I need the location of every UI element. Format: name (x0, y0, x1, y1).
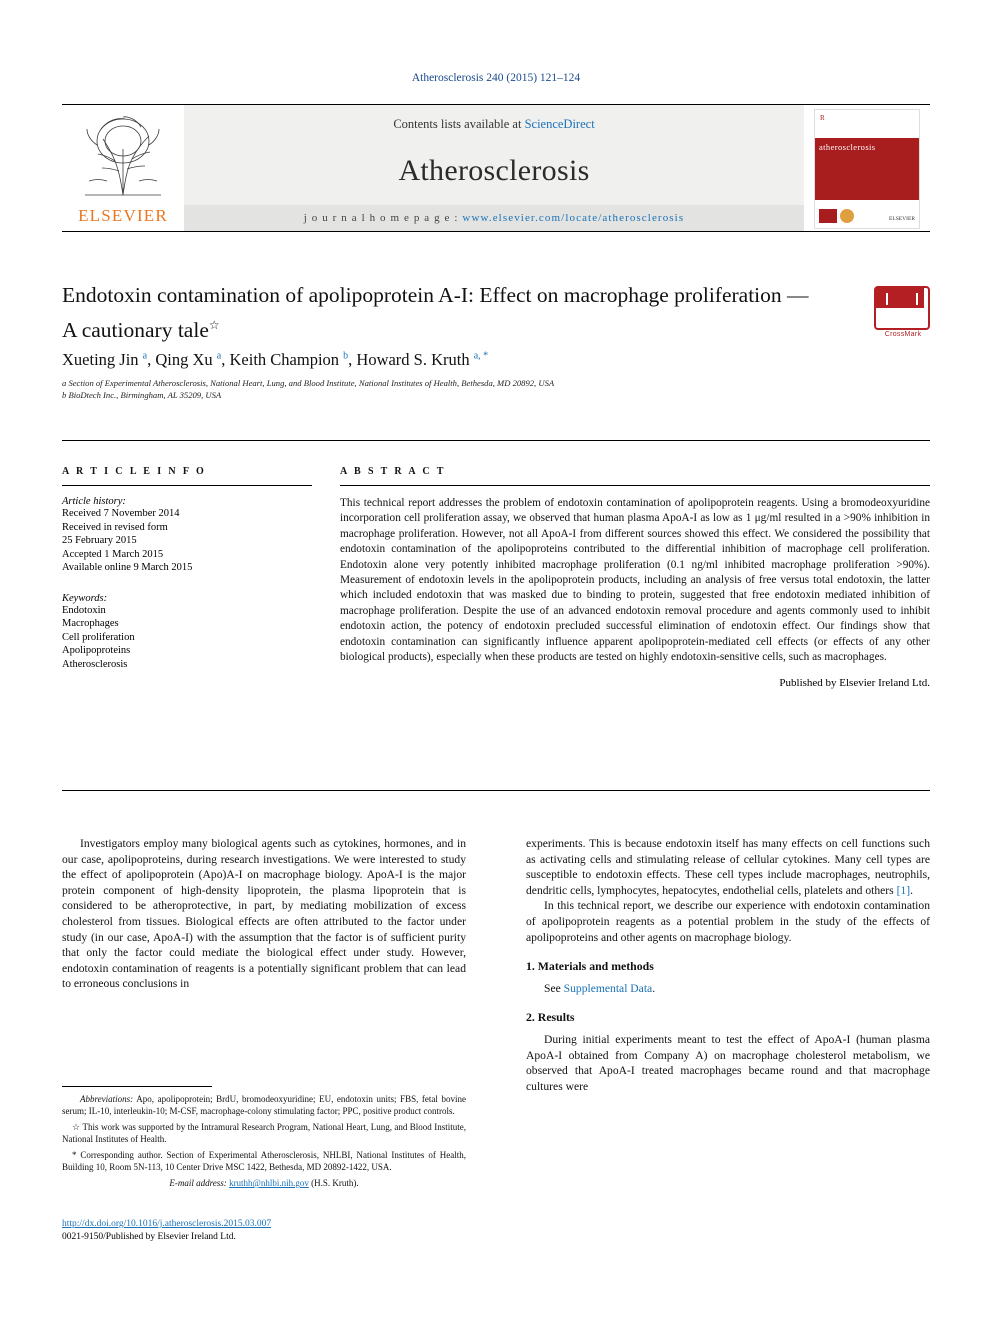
article-info-heading: A R T I C L E I N F O (62, 466, 207, 477)
crossmark-badge[interactable]: CrossMark (874, 286, 932, 344)
cover-mark-icon (819, 209, 837, 223)
journal-reference: Atherosclerosis 240 (2015) 121–124 (411, 72, 581, 84)
divider-footnotes (62, 1086, 212, 1087)
divider-info (62, 485, 312, 486)
keyword-item: Cell proliferation (62, 631, 135, 643)
cover-badge: R (820, 114, 825, 122)
email-suffix: (H.S. Kruth). (311, 1178, 359, 1188)
keyword-item: Apolipoproteins (62, 645, 131, 656)
article-history-title: Article history: (62, 496, 126, 507)
history-item: Received in revised form (62, 521, 168, 533)
author-list: Xueting Jin a, Qing Xu a, Keith Champion… (62, 350, 489, 369)
abstract-block: A B S T R A C T This technical report ad… (340, 466, 930, 689)
body-paragraph: Investigators employ many biological age… (62, 837, 466, 991)
history-item: Accepted 1 March 2015 (62, 548, 164, 560)
history-item: Received 7 November 2014 (62, 508, 180, 519)
contents-line: Contents lists available at ScienceDirec… (184, 117, 804, 132)
crossmark-icon (874, 286, 930, 330)
footnote-funding: ☆ This work was supported by the Intramu… (62, 1122, 466, 1144)
abbreviations-label: Abbreviations: (80, 1094, 134, 1104)
abstract-text: This technical report addresses the prob… (340, 497, 930, 664)
doi-link[interactable]: http://dx.doi.org/10.1016/j.atherosclero… (62, 1219, 271, 1229)
body-paragraph: See Supplemental Data. (544, 981, 656, 995)
elsevier-wordmark: ELSEVIER (78, 206, 168, 225)
affiliation-a: a Section of Experimental Atherosclerosi… (62, 378, 555, 388)
title-footnote-mark: ☆ (208, 318, 220, 332)
affiliation-b: b BioDtech Inc., Birmingham, AL 35209, U… (62, 389, 222, 400)
body-paragraph-text: experiments. This is because endotoxin i… (526, 837, 930, 897)
page-title: Endotoxin contamination of apolipoprotei… (62, 280, 822, 345)
section-heading-materials-methods: 1. Materials and methods (526, 959, 654, 974)
body-column-right: experiments. This is because endotoxin i… (526, 836, 930, 1094)
body-paragraph: During initial experiments meant to test… (526, 1032, 930, 1093)
homepage-label: j o u r n a l h o m e p a g e : (303, 212, 459, 224)
cover-circle-icon (840, 209, 854, 223)
contents-prefix: Contents lists available at (393, 117, 522, 131)
homepage-link[interactable]: www.elsevier.com/locate/atherosclerosis (462, 212, 684, 224)
doi-block: http://dx.doi.org/10.1016/j.atherosclero… (62, 1218, 482, 1244)
journal-cover-thumbnail: R atherosclerosis ELSEVIER (804, 105, 930, 231)
keywords-title: Keywords: (62, 592, 108, 604)
cover-title: atherosclerosis (819, 142, 876, 152)
paper-page: Atherosclerosis 240 (2015) 121–124 ELSEV… (0, 0, 992, 1323)
crossmark-label: CrossMark (884, 331, 922, 338)
elsevier-logo: ELSEVIER (62, 105, 184, 231)
history-item: Available online 9 March 2015 (62, 562, 193, 573)
article-title: Endotoxin contamination of apolipoprotei… (62, 283, 809, 343)
supplemental-prefix: See (544, 981, 561, 995)
email-label: E-mail address: (169, 1178, 227, 1188)
keyword-item: Macrophages (62, 618, 119, 629)
divider-abstract (340, 485, 930, 486)
history-item: 25 February 2015 (62, 535, 137, 546)
keyword-item: Endotoxin (62, 604, 106, 616)
journal-masthead: ELSEVIER Contents lists available at Sci… (62, 104, 930, 232)
supplemental-data-link[interactable]: Supplemental Data (564, 982, 653, 995)
body-paragraph: experiments. This is because endotoxin i… (526, 837, 930, 897)
journal-title: Atherosclerosis (398, 154, 590, 187)
body-paragraph: In this technical report, we describe ou… (526, 899, 930, 944)
cover-publisher: ELSEVIER (889, 216, 915, 222)
abstract-heading: A B S T R A C T (340, 466, 446, 477)
journal-homepage-band: j o u r n a l h o m e p a g e : www.else… (184, 205, 804, 231)
keyword-item: Atherosclerosis (62, 658, 128, 670)
sciencedirect-link[interactable]: ScienceDirect (525, 117, 595, 131)
footnote-email: E-mail address: kruthh@nhlbi.nih.gov (H.… (62, 1177, 466, 1189)
section-heading-results: 2. Results (526, 1010, 575, 1025)
footnotes-block: Abbreviations: Apo, apolipoprotein; BrdU… (62, 1086, 466, 1193)
article-info-block: A R T I C L E I N F O Article history: R… (62, 466, 312, 671)
divider-below-abstract (62, 790, 930, 791)
masthead-center: Contents lists available at ScienceDirec… (184, 105, 804, 231)
footnote-abbreviations: Abbreviations: Apo, apolipoprotein; BrdU… (62, 1093, 466, 1117)
affiliations: a Section of Experimental Atherosclerosi… (62, 378, 882, 401)
abstract-published-by: Published by Elsevier Ireland Ltd. (779, 677, 930, 690)
email-link[interactable]: kruthh@nhlbi.nih.gov (229, 1178, 309, 1188)
reference-link-1[interactable]: [1] (897, 884, 911, 897)
divider-above-info (62, 440, 930, 441)
elsevier-tree-icon (77, 111, 169, 204)
footnote-corresponding-author: * Corresponding author. Section of Exper… (62, 1150, 466, 1172)
issn-line: 0021-9150/Published by Elsevier Ireland … (62, 1232, 236, 1242)
body-column-left: Investigators employ many biological age… (62, 836, 466, 992)
